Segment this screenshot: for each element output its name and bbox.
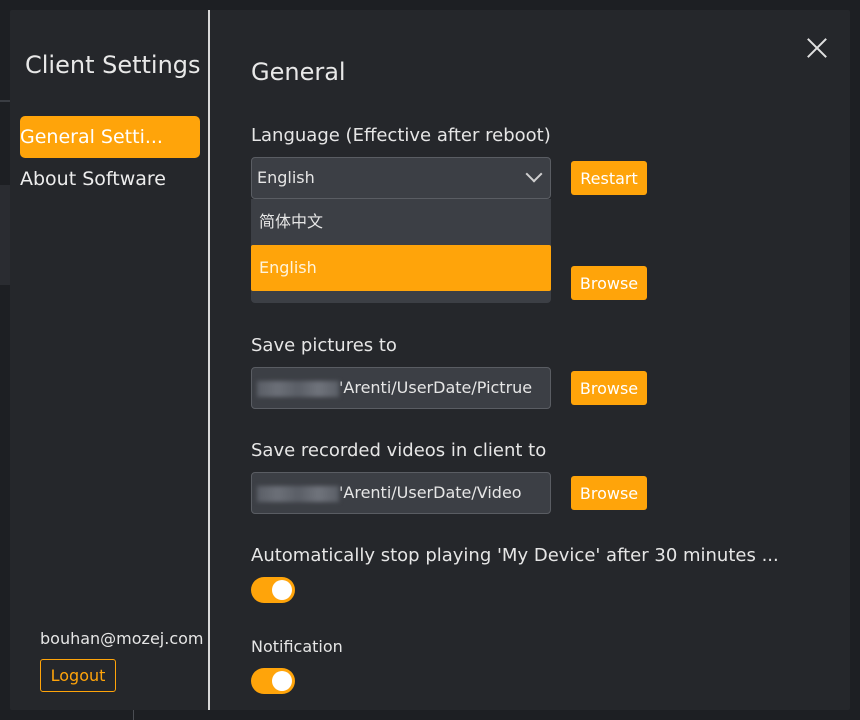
settings-sidebar: Client Settings General Setti... About S… (10, 10, 210, 710)
notification-label: Notification (251, 637, 343, 656)
language-label: Language (Effective after reboot) (251, 125, 551, 146)
pictures-path-field[interactable]: 'Arenti/UserDate/Pictrue (251, 367, 551, 409)
section-title: General (251, 58, 346, 86)
sidebar-item-about-software[interactable]: About Software (20, 158, 200, 200)
toggle-knob (272, 671, 292, 691)
language-option-english[interactable]: English (251, 245, 551, 291)
videos-path-text: 'Arenti/UserDate/Video (339, 483, 522, 502)
browse-pictures-button[interactable]: Browse (571, 371, 647, 405)
logout-button[interactable]: Logout (40, 659, 116, 692)
autostop-toggle[interactable] (251, 577, 295, 603)
language-selected-value: English (257, 168, 315, 187)
redacted-path-prefix (257, 380, 339, 397)
background-panel (0, 185, 10, 285)
close-icon[interactable] (805, 37, 829, 61)
restart-button[interactable]: Restart (571, 161, 647, 195)
notification-toggle[interactable] (251, 668, 295, 694)
videos-label: Save recorded videos in client to (251, 440, 547, 461)
browse-videos-button[interactable]: Browse (571, 476, 647, 510)
user-email: bouhan@mozej.com (40, 629, 204, 648)
sidebar-item-general-settings[interactable]: General Setti... (20, 116, 200, 158)
toggle-knob (272, 580, 292, 600)
browse-button[interactable]: Browse (571, 266, 647, 300)
chevron-down-icon (525, 165, 543, 183)
sidebar-title: Client Settings (25, 51, 201, 79)
language-dropdown: 简体中文 English (251, 199, 551, 303)
autostop-label: Automatically stop playing 'My Device' a… (251, 545, 779, 566)
language-select[interactable]: English (251, 157, 551, 199)
language-option-chinese[interactable]: 简体中文 (251, 199, 551, 245)
pictures-label: Save pictures to (251, 335, 397, 356)
redacted-path-prefix (257, 485, 339, 502)
pictures-path-text: 'Arenti/UserDate/Pictrue (339, 378, 533, 397)
videos-path-field[interactable]: 'Arenti/UserDate/Video (251, 472, 551, 514)
settings-dialog: Client Settings General Setti... About S… (10, 10, 850, 710)
